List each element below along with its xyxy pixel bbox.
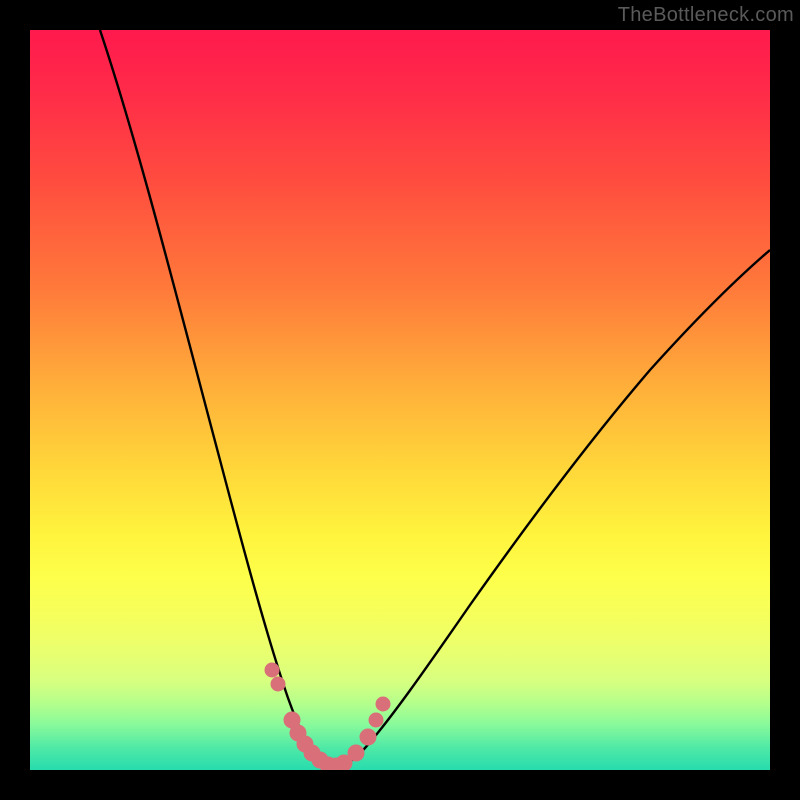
chart-frame: TheBottleneck.com [0, 0, 800, 800]
watermark-label: TheBottleneck.com [618, 4, 794, 27]
gradient-plot-area [30, 30, 770, 770]
